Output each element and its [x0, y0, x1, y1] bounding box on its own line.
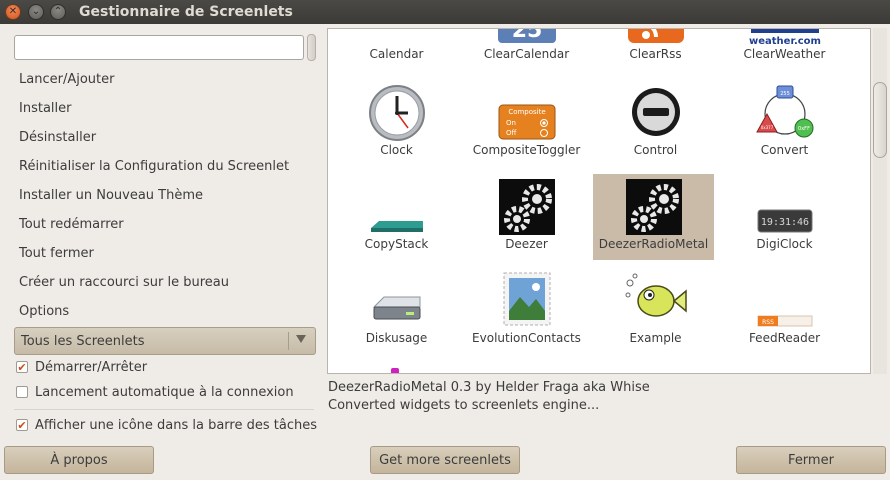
svg-text:255: 255	[780, 91, 790, 97]
screenlet-label: FeedReader	[748, 331, 821, 345]
grid-scrollbar-thumb[interactable]	[873, 82, 887, 158]
screenlet-tile-example[interactable]: Example	[595, 269, 716, 355]
window-close-button[interactable]: ✕	[5, 4, 21, 20]
screenlet-tile-evolutioncontacts[interactable]: EvolutionContacts	[466, 269, 587, 355]
screenlet-label: ClearWeather	[743, 47, 826, 61]
clock-icon	[368, 85, 425, 141]
screenlet-label: Calendar	[369, 47, 424, 61]
close-button[interactable]: Fermer	[736, 446, 886, 474]
screenlet-label: ClearCalendar	[483, 47, 570, 61]
action-options[interactable]: Options	[14, 297, 314, 326]
window-title: Gestionnaire de Screenlets	[79, 4, 293, 20]
partial-icon	[391, 368, 399, 373]
svg-text:19:31:46: 19:31:46	[760, 217, 808, 228]
screenlet-label: DigiClock	[756, 237, 813, 251]
get-more-screenlets-button[interactable]: Get more screenlets	[370, 446, 520, 474]
screenlet-tile-clearweather[interactable]: weather.com ClearWeather	[724, 29, 845, 83]
about-button[interactable]: À propos	[4, 446, 154, 474]
screenlet-tile-control[interactable]: Control	[595, 84, 716, 170]
svg-text:0x377: 0x377	[760, 125, 773, 130]
screenlet-label: ClearRss	[629, 47, 682, 61]
checkbox-checked-icon[interactable]: ✔	[16, 419, 28, 431]
action-restart-all[interactable]: Tout redémarrer	[14, 210, 314, 239]
screenlet-tile-copystack[interactable]: CopyStack	[336, 174, 457, 260]
composite-toggler-icon: Composite On Off	[498, 104, 555, 140]
svg-text:Off: Off	[506, 129, 517, 137]
clear-calendar-icon: 25	[497, 28, 556, 43]
screenlet-grid: Calendar 25 ClearCalendar ClearRss weath…	[327, 28, 871, 374]
screenlet-label: CopyStack	[364, 237, 429, 251]
screenlet-label: Example	[629, 331, 682, 345]
tray-icon-checkbox[interactable]: ✔ Afficher une icône dans la barre des t…	[16, 416, 317, 434]
convert-icon: 255 0x377 0xFF	[755, 85, 813, 138]
action-reset-config[interactable]: Réinitialiser la Configuration du Screen…	[14, 152, 314, 181]
checkbox-checked-icon[interactable]: ✔	[16, 361, 28, 373]
filter-dropdown-value: Tous les Screenlets	[21, 334, 145, 349]
screenlet-tile-clock[interactable]: Clock	[336, 84, 457, 170]
screenlet-tile-convert[interactable]: 255 0x377 0xFF Convert	[724, 84, 845, 170]
screenlet-label: CompositeToggler	[472, 143, 581, 157]
screenlet-label: EvolutionContacts	[472, 331, 581, 345]
svg-text:weather.com: weather.com	[749, 36, 821, 45]
screenlet-label: DeezerRadioMetal	[598, 237, 709, 251]
window-minimize-button[interactable]: ⌄	[28, 4, 44, 20]
screenlet-description: DeezerRadioMetal 0.3 by Helder Fraga aka…	[328, 379, 650, 415]
screenlet-tile-deezerradiometal[interactable]: DeezerRadioMetal	[593, 174, 714, 260]
screenlet-tile-clearcalendar[interactable]: 25 ClearCalendar	[466, 28, 587, 83]
screenlet-label: Deezer	[505, 237, 548, 251]
divider	[14, 409, 314, 410]
feed-reader-icon: RSS	[757, 315, 812, 327]
screenlet-tile-diskusage[interactable]: Diskusage	[336, 269, 457, 355]
screenlet-tile-calendar[interactable]: Calendar	[336, 29, 457, 83]
start-stop-label: Démarrer/Arrêter	[35, 359, 148, 375]
svg-text:On: On	[506, 119, 516, 127]
gears-icon	[625, 179, 682, 235]
description-line-1: DeezerRadioMetal 0.3 by Helder Fraga aka…	[328, 380, 650, 395]
action-install-theme[interactable]: Installer un Nouveau Thème	[14, 181, 314, 210]
action-list: Lancer/Ajouter Installer Désinstaller Ré…	[14, 65, 314, 326]
disk-icon	[372, 296, 420, 320]
screenlet-tile-clearrss[interactable]: ClearRss	[595, 29, 716, 83]
title-bar: ✕ ⌄ ⌃ Gestionnaire de Screenlets	[0, 0, 890, 24]
screenlet-tile-feedreader[interactable]: RSS FeedReader	[724, 269, 845, 355]
screenlet-label: Control	[633, 143, 678, 157]
svg-text:Composite: Composite	[508, 108, 545, 116]
action-uninstall[interactable]: Désinstaller	[14, 123, 314, 152]
rss-icon	[627, 29, 684, 43]
digiclock-icon: 19:31:46	[757, 209, 812, 233]
screenlet-tile-deezer[interactable]: Deezer	[466, 174, 587, 260]
checkbox-unchecked-icon[interactable]	[16, 386, 28, 398]
weather-icon: weather.com	[749, 29, 821, 45]
action-close-all[interactable]: Tout fermer	[14, 239, 314, 268]
window-maximize-button[interactable]: ⌃	[50, 4, 66, 20]
search-pane-handle[interactable]	[307, 34, 316, 61]
filter-dropdown[interactable]: Tous les Screenlets	[14, 327, 316, 355]
fish-icon	[625, 273, 687, 317]
search-input[interactable]	[14, 35, 304, 60]
autostart-label: Lancement automatique à la connexion	[35, 384, 294, 400]
grid-scrollbar[interactable]	[873, 28, 887, 374]
screenlet-label: Diskusage	[365, 331, 428, 345]
screenlet-tile-digiclock[interactable]: 19:31:46 DigiClock	[724, 174, 845, 260]
screenlet-label: Convert	[760, 143, 809, 157]
svg-text:25: 25	[511, 28, 542, 43]
svg-text:RSS: RSS	[762, 319, 774, 326]
screenlet-label: Clock	[380, 143, 413, 157]
start-stop-checkbox[interactable]: ✔ Démarrer/Arrêter	[16, 358, 147, 376]
chevron-down-icon	[296, 335, 306, 343]
contacts-stamp-icon	[503, 272, 550, 326]
description-line-2: Converted widgets to screenlets engine..…	[328, 398, 600, 413]
action-launch[interactable]: Lancer/Ajouter	[14, 65, 314, 94]
autostart-checkbox[interactable]: Lancement automatique à la connexion	[16, 383, 294, 401]
screenlet-tile-compositetoggler[interactable]: Composite On Off CompositeToggler	[466, 84, 587, 170]
gears-icon	[498, 179, 555, 235]
copystack-icon	[370, 221, 423, 232]
svg-text:0xFF: 0xFF	[798, 126, 810, 132]
action-install[interactable]: Installer	[14, 94, 314, 123]
dropdown-separator	[288, 332, 289, 350]
action-desktop-shortcut[interactable]: Créer un raccourci sur le bureau	[14, 268, 314, 297]
tray-icon-label: Afficher une icône dans la barre des tâc…	[35, 417, 317, 433]
control-icon	[631, 88, 680, 136]
